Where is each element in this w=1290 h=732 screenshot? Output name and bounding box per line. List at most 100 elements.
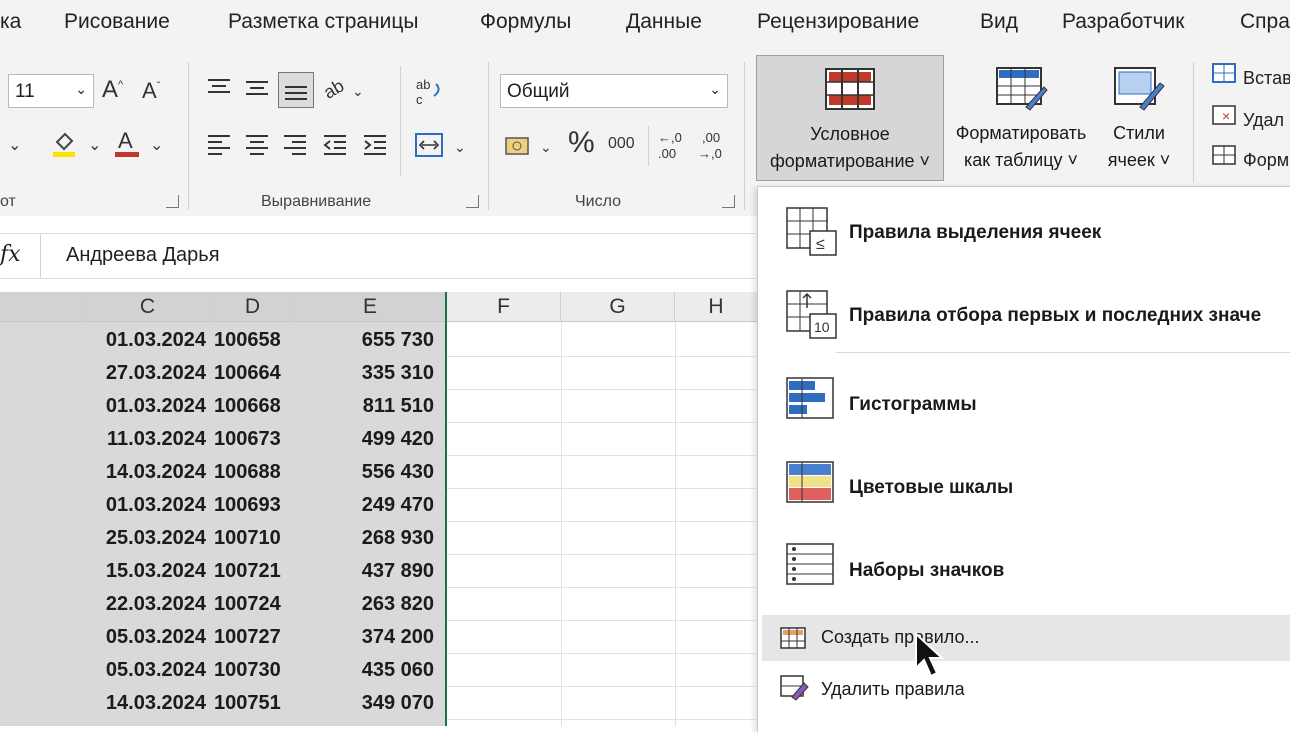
cell-styles-button[interactable]: Стили ячеек ˅: [1098, 55, 1180, 181]
tab-developer[interactable]: Разработчик: [1062, 10, 1184, 34]
tab-draw[interactable]: Рисование: [64, 10, 170, 34]
number-format-select[interactable]: Общий ⌄: [500, 74, 728, 108]
alignment-group-launcher-icon[interactable]: [466, 195, 479, 208]
conditional-formatting-label-2: форматирование ˅: [769, 151, 931, 171]
menu-item-new-rule[interactable]: Создать правило...: [762, 615, 1290, 661]
cell-id[interactable]: 100730: [214, 654, 304, 687]
decrease-decimal-icon[interactable]: ,00 →,0: [696, 128, 730, 167]
tab-page-layout[interactable]: Разметка страницы: [228, 10, 419, 34]
format-as-table-button[interactable]: Форматировать как таблицу ˅: [946, 55, 1096, 181]
currency-format-icon[interactable]: ⌄: [504, 132, 558, 165]
divider: [648, 126, 649, 166]
cell-date[interactable]: 14.03.2024: [86, 456, 206, 489]
delete-cells-button[interactable]: × Удал: [1212, 104, 1284, 131]
grow-font-icon[interactable]: A^: [102, 78, 123, 102]
tab-data[interactable]: Данные: [626, 10, 702, 34]
formula-input[interactable]: Андреева Дарья: [66, 244, 220, 267]
cell-amount[interactable]: 435 060: [296, 654, 434, 687]
column-header-h[interactable]: H: [675, 292, 757, 322]
cell-amount[interactable]: 655 730: [296, 324, 434, 357]
column-header-b[interactable]: [0, 292, 86, 322]
cell-amount[interactable]: 263 820: [296, 588, 434, 621]
wrap-text-icon[interactable]: ab c: [414, 76, 444, 111]
number-group-launcher-icon[interactable]: [722, 195, 735, 208]
column-header-g[interactable]: G: [561, 292, 675, 322]
align-right-icon[interactable]: [282, 132, 308, 163]
cell-amount[interactable]: 556 430: [296, 456, 434, 489]
align-left-icon[interactable]: [206, 132, 232, 163]
divider: [488, 62, 489, 210]
align-bottom-icon[interactable]: [278, 72, 314, 108]
cell-id[interactable]: 100751: [214, 687, 304, 720]
cell-id[interactable]: 100710: [214, 522, 304, 555]
cell-id[interactable]: 100693: [214, 489, 304, 522]
cell-id[interactable]: 100668: [214, 390, 304, 423]
tab-insert-partial[interactable]: ка: [0, 10, 21, 34]
cell-date[interactable]: 14.03.2024: [86, 687, 206, 720]
svg-text:⌄: ⌄: [352, 83, 364, 99]
cell-id[interactable]: 100664: [214, 357, 304, 390]
font-color-dropdown-icon[interactable]: ⌄: [150, 138, 163, 154]
menu-item-data-bars[interactable]: Гистограммы: [849, 394, 977, 416]
cell-amount[interactable]: 349 070: [296, 687, 434, 720]
chevron-down-icon: ⌄: [75, 81, 87, 97]
cell-date[interactable]: 25.03.2024: [86, 522, 206, 555]
cell-amount[interactable]: 268 930: [296, 522, 434, 555]
cell-amount[interactable]: 499 420: [296, 423, 434, 456]
cell-id[interactable]: 100721: [214, 555, 304, 588]
thousands-separator-button[interactable]: 000: [608, 136, 635, 152]
menu-item-top-bottom-rules[interactable]: Правила отбора первых и последних значе: [849, 305, 1261, 327]
decrease-indent-icon[interactable]: [322, 132, 348, 163]
percent-style-button[interactable]: %: [568, 128, 595, 158]
cell-date[interactable]: 27.03.2024: [86, 357, 206, 390]
cell-amount[interactable]: 811 510: [296, 390, 434, 423]
menu-item-icon-sets[interactable]: Наборы значков: [849, 560, 1004, 582]
cell-date[interactable]: 15.03.2024: [86, 555, 206, 588]
cell-amount[interactable]: 437 890: [296, 555, 434, 588]
increase-indent-icon[interactable]: [362, 132, 388, 163]
cell-id[interactable]: 100673: [214, 423, 304, 456]
align-middle-icon[interactable]: [244, 76, 270, 103]
cell-id[interactable]: 100688: [214, 456, 304, 489]
cell-amount[interactable]: 335 310: [296, 357, 434, 390]
borders-dropdown-icon[interactable]: ⌄: [8, 138, 21, 154]
align-top-icon[interactable]: [206, 76, 232, 103]
column-header-f[interactable]: F: [447, 292, 561, 322]
tab-help-partial[interactable]: Спра: [1240, 10, 1290, 34]
tab-view[interactable]: Вид: [980, 10, 1018, 34]
align-center-icon[interactable]: [244, 132, 270, 163]
menu-item-highlight-cells-rules[interactable]: Правила выделения ячеек: [849, 222, 1101, 244]
cell-date[interactable]: 01.03.2024: [86, 324, 206, 357]
column-header-e[interactable]: E: [296, 292, 445, 322]
merge-center-icon[interactable]: ⌄: [414, 130, 468, 165]
cell-id[interactable]: 100727: [214, 621, 304, 654]
fx-icon[interactable]: fx: [0, 242, 21, 267]
text-orientation-icon[interactable]: ab ⌄: [320, 75, 364, 107]
format-cells-button[interactable]: Форм: [1212, 144, 1289, 171]
font-group-launcher-icon[interactable]: [166, 195, 179, 208]
fill-color-icon[interactable]: [52, 130, 78, 162]
tab-review[interactable]: Рецензирование: [757, 10, 919, 34]
cell-date[interactable]: 22.03.2024: [86, 588, 206, 621]
cell-id[interactable]: 100658: [214, 324, 304, 357]
conditional-formatting-button[interactable]: Условное форматирование ˅: [756, 55, 944, 181]
font-size-select[interactable]: 11 ⌄: [8, 74, 94, 108]
insert-cells-button[interactable]: Встав: [1212, 62, 1290, 89]
cell-styles-icon: [1114, 67, 1166, 116]
cell-date[interactable]: 01.03.2024: [86, 489, 206, 522]
font-color-icon[interactable]: A: [114, 128, 140, 162]
tab-formulas[interactable]: Формулы: [480, 10, 571, 34]
cell-amount[interactable]: 374 200: [296, 621, 434, 654]
cell-date[interactable]: 11.03.2024: [86, 423, 206, 456]
cell-date[interactable]: 05.03.2024: [86, 621, 206, 654]
column-header-c[interactable]: C: [86, 292, 210, 322]
menu-item-color-scales[interactable]: Цветовые шкалы: [849, 477, 1013, 499]
increase-decimal-icon[interactable]: ←,0.00: [656, 128, 686, 167]
cell-id[interactable]: 100724: [214, 588, 304, 621]
fill-color-dropdown-icon[interactable]: ⌄: [88, 138, 101, 154]
shrink-font-icon[interactable]: Aˇ: [142, 80, 160, 102]
cell-amount[interactable]: 249 470: [296, 489, 434, 522]
column-header-d[interactable]: D: [210, 292, 296, 322]
cell-date[interactable]: 05.03.2024: [86, 654, 206, 687]
cell-date[interactable]: 01.03.2024: [86, 390, 206, 423]
